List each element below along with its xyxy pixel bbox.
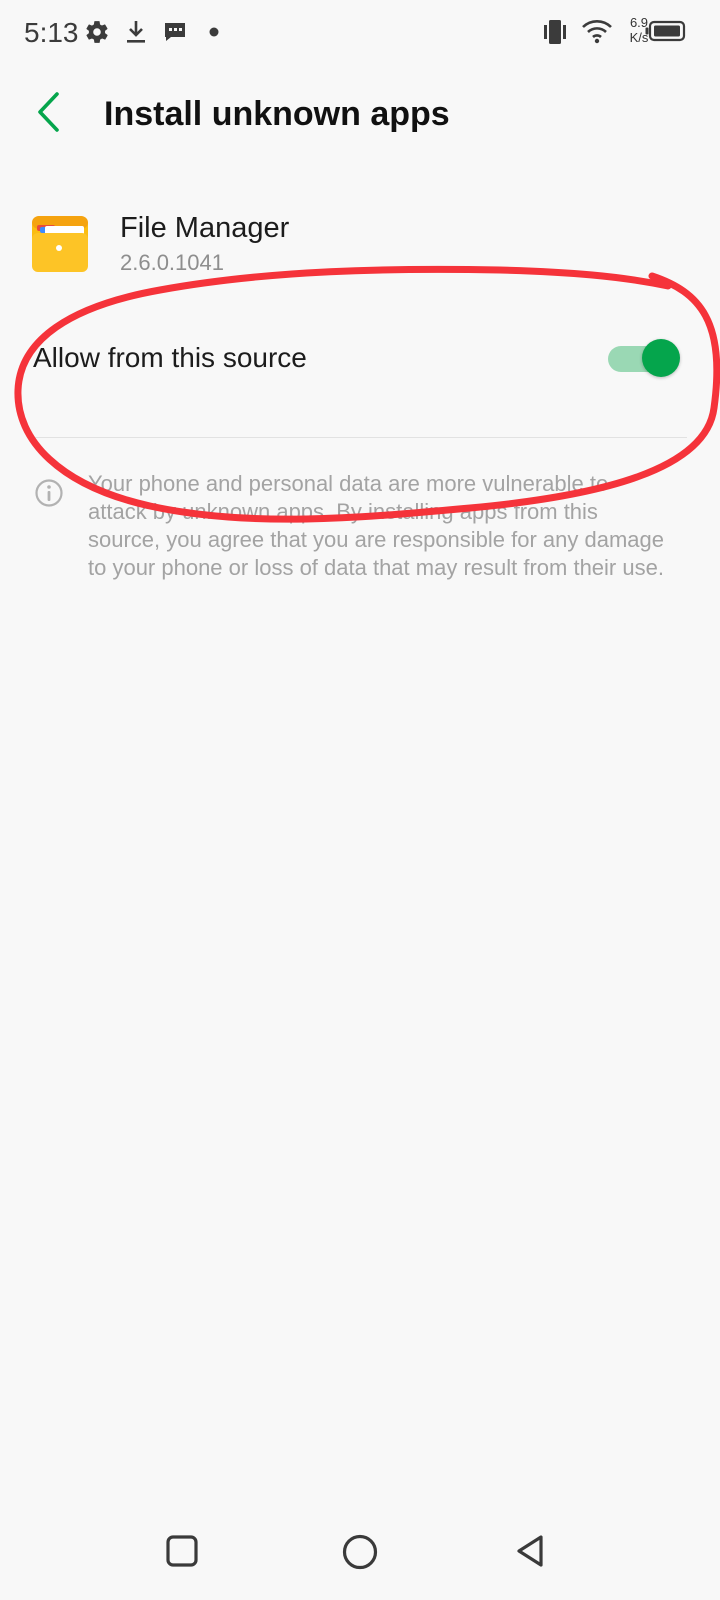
recents-square-icon[interactable] xyxy=(157,1526,209,1578)
battery-icon xyxy=(645,20,686,42)
download-icon xyxy=(127,21,145,43)
chevron-left-icon xyxy=(38,92,59,132)
status-bar: 5:13 6.9 K/s xyxy=(0,0,720,66)
page-title: Install unknown apps xyxy=(104,95,450,133)
warning-text: Your phone and personal data are more vu… xyxy=(88,471,665,580)
app-info-row: File Manager 2.6.0.1041 xyxy=(0,196,720,296)
message-icon xyxy=(165,23,185,41)
app-version: 2.6.0.1041 xyxy=(120,250,224,275)
app-name: File Manager xyxy=(120,212,290,244)
system-navigation-bar xyxy=(0,1510,720,1600)
top-app-bar: Install unknown apps xyxy=(0,66,720,162)
status-time: 5:13 xyxy=(24,17,79,48)
wifi-icon xyxy=(582,20,612,44)
folder-icon xyxy=(32,216,88,272)
gear-icon xyxy=(86,21,108,43)
allow-source-label: Allow from this source xyxy=(33,342,307,373)
info-icon xyxy=(35,479,63,507)
back-button[interactable] xyxy=(20,84,80,144)
home-circle-icon[interactable] xyxy=(334,1526,386,1578)
back-triangle-icon[interactable] xyxy=(507,1526,559,1578)
dot-icon xyxy=(209,27,219,37)
divider xyxy=(33,437,687,438)
allow-source-toggle[interactable] xyxy=(608,338,684,378)
allow-source-setting-row[interactable]: Allow from this source xyxy=(0,320,720,400)
vibrate-icon xyxy=(544,20,566,44)
toggle-thumb xyxy=(642,339,680,377)
